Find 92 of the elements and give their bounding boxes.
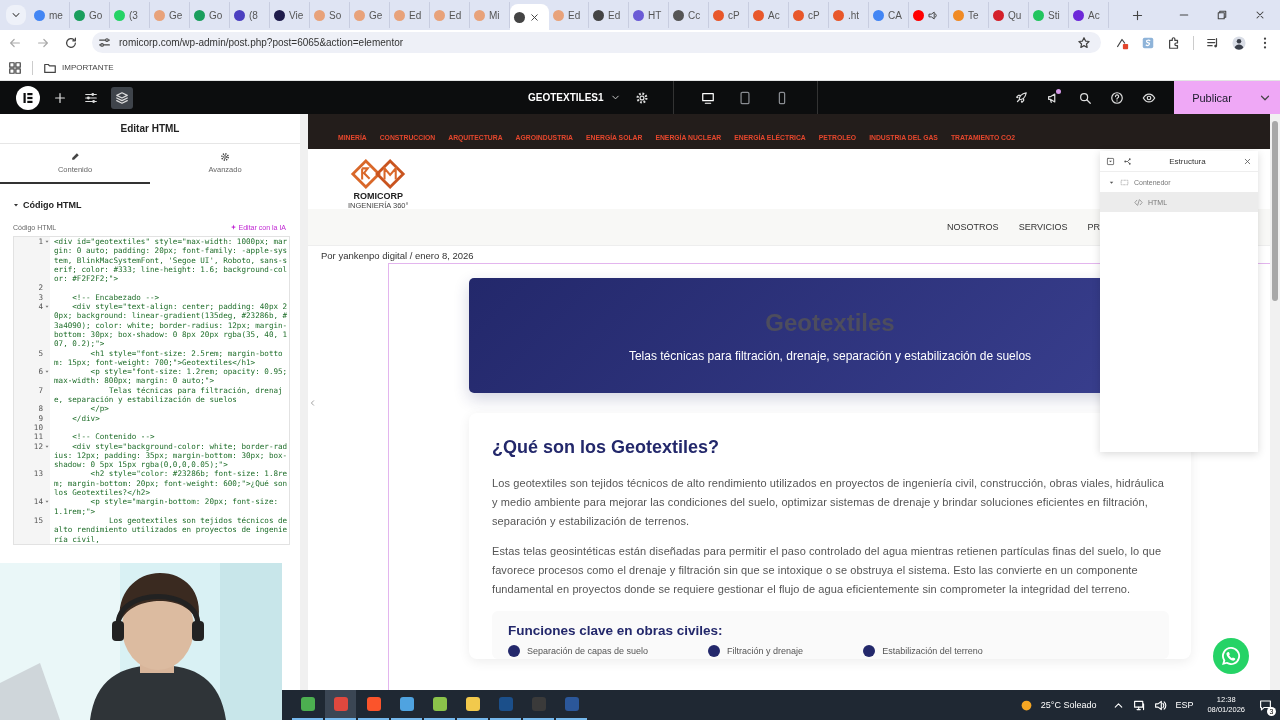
- browser-tab[interactable]: So: [310, 2, 350, 28]
- browser-tab[interactable]: Ed: [430, 2, 470, 28]
- browser-tab[interactable]: cP: [789, 2, 829, 28]
- avatar-icon[interactable]: [1232, 35, 1246, 50]
- elementor-logo-icon[interactable]: [16, 85, 40, 110]
- gear-icon: [220, 152, 230, 162]
- paragraph: Estas telas geosintéticas están diseñadas para permitir el paso controlado del agua mientras retienen partículas finas del suelo, lo que favorece procesos como el drenaje y filtración sin que se intoxique o se obstruya el sistema. Esto las convierte en un componente fundamental en proyectos donde se requiere gestionar el flujo de agua eficientemente sin comprometer la integridad del terreno.: [492, 544, 1163, 597]
- tablet-icon: [738, 90, 753, 105]
- browser-tab[interactable]: Vie: [270, 2, 310, 28]
- banner-subtitle: Telas técnicas para filtración, drenaje, separación y estabilización de suelos: [628, 348, 1032, 363]
- nav-link[interactable]: PR: [1087, 222, 1100, 232]
- navigator-icon[interactable]: [1123, 156, 1132, 166]
- sparkle-icon: [229, 224, 237, 231]
- function-item: Estabilización del terreno: [882, 645, 983, 656]
- container-icon: [1120, 177, 1129, 187]
- browser-tab[interactable]: Qu: [989, 2, 1029, 28]
- browser-tab[interactable]: Cc: [669, 2, 709, 28]
- browser-tab[interactable]: me: [30, 2, 70, 28]
- browser-tab[interactable]: Sti: [1029, 2, 1069, 28]
- function-item: Filtración y drenaje: [727, 645, 804, 656]
- scrollbar[interactable]: [1270, 114, 1280, 690]
- logo-name: ROMICORP: [353, 191, 403, 201]
- browser-tab[interactable]: Go: [70, 2, 110, 28]
- browser-tab[interactable]: Ge: [150, 2, 190, 28]
- browser-tab[interactable]: Ed: [549, 2, 589, 28]
- help-icon[interactable]: [1110, 90, 1124, 105]
- rocket-icon[interactable]: [1014, 90, 1028, 105]
- browser-tab[interactable]: Go: [190, 2, 230, 28]
- panel-title: Editar HTML: [0, 114, 300, 144]
- address-bar[interactable]: romicorp.com/wp-admin/post.php?post=6065&action=elementor: [92, 32, 1101, 53]
- function-item: Separación de capas de suelo: [527, 645, 649, 656]
- close-icon[interactable]: [529, 11, 540, 23]
- browser-tab[interactable]: (3: [110, 2, 150, 28]
- close-icon[interactable]: [1243, 156, 1252, 166]
- bullet-icon: [863, 644, 876, 657]
- desktop-icon: [701, 90, 716, 105]
- site-settings-icon[interactable]: [98, 36, 111, 49]
- browser-tab[interactable]: Ac: [749, 2, 789, 28]
- tab-search-icon[interactable]: [6, 5, 26, 25]
- browser-tab[interactable]: HT: [629, 2, 669, 28]
- pencil-icon: [70, 152, 80, 162]
- browser-tab[interactable]: .ht: [829, 2, 869, 28]
- panel-title: Estructura: [1168, 156, 1207, 166]
- code-editor[interactable]: [13, 236, 290, 545]
- whatsapp-icon: [1220, 645, 1242, 667]
- search-icon[interactable]: [1078, 90, 1092, 105]
- restore-icon[interactable]: [1216, 9, 1228, 21]
- volume-icon[interactable]: [1154, 698, 1168, 712]
- section-toggle[interactable]: Código HTML: [12, 200, 82, 210]
- code-icon: [1134, 197, 1143, 207]
- close-icon[interactable]: [1254, 9, 1266, 21]
- browser-tab[interactable]: Te: [949, 2, 989, 28]
- browser-tab[interactable]: (8: [230, 2, 270, 28]
- bullet-icon: [508, 644, 520, 657]
- browser-tab[interactable]: [510, 4, 549, 30]
- browser-tab[interactable]: Ac: [1069, 2, 1109, 28]
- taskbar-app[interactable]: [325, 690, 356, 720]
- browser-tab[interactable]: cP: [709, 2, 749, 28]
- sun-icon: [1019, 698, 1033, 712]
- layers-button[interactable]: [111, 86, 133, 109]
- page-title-dropdown[interactable]: GEOTEXTILES1: [528, 92, 621, 103]
- browser-tab[interactable]: CA: [869, 2, 909, 28]
- plus-icon: [53, 90, 67, 105]
- language-indicator[interactable]: ESP: [1175, 700, 1194, 710]
- paragraph: Los geotextiles son tejidos técnicos de alto rendimiento utilizados en proyectos de ingeniería civil, construcción, obras viales, hidráulica y medio ambiente para mejorar las condiciones del suelo, optimizar sistemas de drenaje y brindar soluciones eficientes en filtración, separación y estabilización de terrenos.: [492, 476, 1165, 529]
- extensions-icon[interactable]: [1167, 35, 1181, 50]
- new-tab-icon[interactable]: [1131, 8, 1144, 22]
- browser-tab[interactable]: Ed: [589, 2, 629, 28]
- bullet-icon: [708, 644, 721, 657]
- network-icon[interactable]: [1133, 698, 1147, 712]
- functions-heading: Funciones clave en obras civiles:: [508, 622, 724, 638]
- nav-link[interactable]: NOSOTROS: [947, 222, 999, 232]
- bookmark-star-icon[interactable]: [1077, 35, 1091, 50]
- reload-icon[interactable]: [64, 35, 78, 50]
- post-byline: Por yankenpo digital / enero 8, 2026: [320, 249, 475, 263]
- browser-tab[interactable]: Ed: [390, 2, 430, 28]
- speaker-icon[interactable]: [928, 9, 939, 21]
- nav-link[interactable]: SERVICIOS: [1018, 222, 1068, 232]
- apps-icon[interactable]: [8, 60, 22, 75]
- preview-icon[interactable]: [1142, 90, 1156, 105]
- notifications-icon[interactable]: [1259, 698, 1272, 712]
- dropdown-icon[interactable]: [1106, 156, 1115, 166]
- notifications-icon[interactable]: [1046, 90, 1060, 105]
- browser-tab[interactable]: Ge: [350, 2, 390, 28]
- media-icon[interactable]: [1206, 35, 1220, 50]
- bookmark-folder[interactable]: IMPORTANTE: [43, 60, 114, 75]
- logo-icon: [350, 159, 407, 189]
- layers-icon: [115, 90, 129, 105]
- section-heading: ¿Qué son los Geotextiles?: [492, 437, 721, 458]
- weather-text: 25°C Soleado: [1040, 700, 1097, 710]
- settings-icon[interactable]: [634, 90, 649, 105]
- sliders-icon: [84, 90, 98, 105]
